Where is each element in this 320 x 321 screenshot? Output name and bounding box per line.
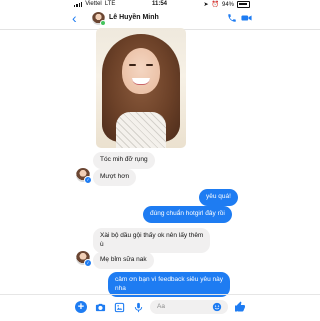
messenger-badge-icon: ✓ <box>84 259 92 267</box>
message-text: Tóc mih đỡ rụng <box>100 156 148 163</box>
message-text: Mẹ bỉm sữa nak <box>100 256 147 263</box>
battery-icon <box>237 1 250 8</box>
avatar[interactable]: ✓ <box>76 251 92 267</box>
contact-name[interactable]: Lê Huyền Minh <box>109 14 159 21</box>
message-text-line-2: nha <box>115 284 126 292</box>
composer-bar: + Aa <box>0 294 320 321</box>
clock: 11:54 <box>152 1 168 7</box>
online-status-dot <box>100 20 106 26</box>
signal-icon <box>74 1 83 7</box>
chevron-left-icon[interactable]: ‹ <box>72 10 77 26</box>
status-bar: Viettel LTE 11:54 ➤ ⏰ 94% <box>0 0 320 9</box>
thumbs-up-icon[interactable] <box>234 301 246 313</box>
phone-icon[interactable] <box>227 13 237 23</box>
location-icon: ➤ <box>203 2 209 8</box>
network-label: LTE <box>104 1 116 7</box>
shared-photo[interactable] <box>96 28 186 148</box>
message-text: yêu quá! <box>206 193 231 200</box>
plus-icon[interactable]: + <box>75 301 87 313</box>
message-text-line-1: Xài bộ dầu gội thấy ok nên lấy thêm <box>100 232 204 239</box>
message-text-line-1: cảm ơn bạn vì feedback siêu yêu này <box>115 276 223 283</box>
messenger-badge-icon: ✓ <box>84 176 92 184</box>
camera-icon[interactable] <box>95 302 106 313</box>
battery-percent: 94% <box>221 1 234 8</box>
avatar[interactable] <box>92 12 106 26</box>
message-input-placeholder: Aa <box>157 303 165 310</box>
microphone-icon[interactable] <box>133 302 144 313</box>
image-icon[interactable] <box>114 302 125 313</box>
outgoing-message[interactable]: yêu quá! <box>199 189 238 206</box>
incoming-message[interactable]: Mẹ bỉm sữa nak <box>93 252 154 269</box>
video-camera-icon[interactable] <box>241 13 252 23</box>
smiley-icon[interactable] <box>212 302 222 312</box>
incoming-message[interactable]: Xài bộ dầu gội thấy ok nên lấy thêm ù <box>93 228 211 253</box>
outgoing-message[interactable]: đúng chuẩn hotgirl đây rồi <box>143 206 232 223</box>
incoming-message[interactable]: Mượt hơn <box>93 169 137 186</box>
carrier-label: Viettel <box>85 1 102 7</box>
chat-header: ‹ Lê Huyền Minh <box>0 9 320 30</box>
avatar[interactable]: ✓ <box>76 168 92 184</box>
message-text: Mượt hơn <box>100 173 130 180</box>
message-text-line-2: ù <box>100 240 104 248</box>
incoming-message[interactable]: Tóc mih đỡ rụng <box>93 152 155 169</box>
messenger-screen: Viettel LTE 11:54 ➤ ⏰ 94% ‹ Lê Huyền Min… <box>0 0 320 320</box>
message-text: đúng chuẩn hotgirl đây rồi <box>150 210 225 217</box>
alarm-icon: ⏰ <box>211 2 219 8</box>
